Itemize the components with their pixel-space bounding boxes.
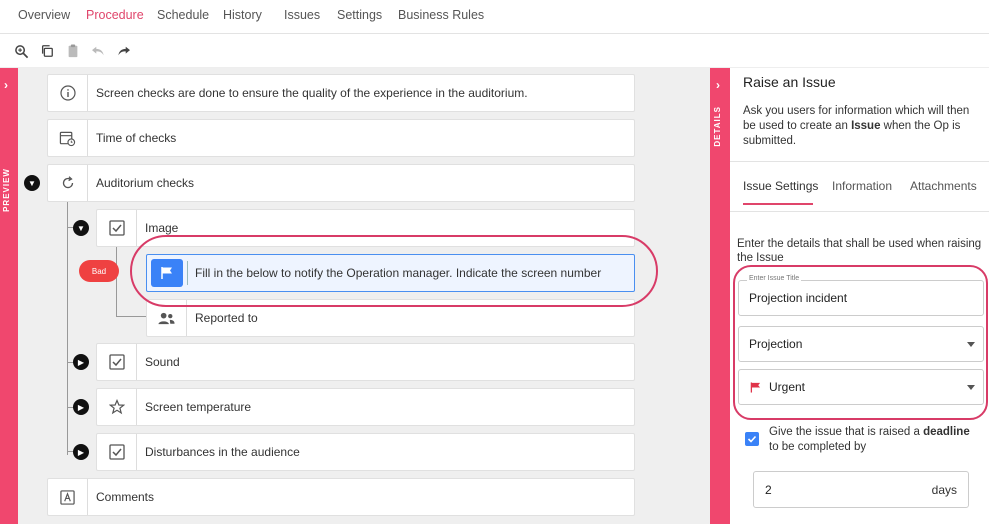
step-card-time-of-checks[interactable]: Time of checks <box>47 119 635 157</box>
tab-attachments[interactable]: Attachments <box>910 179 977 193</box>
step-card-sound[interactable]: Sound <box>96 343 635 381</box>
checkbox-icon <box>97 344 137 380</box>
step-card-reported-to[interactable]: Reported to <box>146 299 635 337</box>
preview-collapse-strip[interactable]: › PREVIEW <box>0 68 18 524</box>
users-icon <box>147 300 187 336</box>
select-value: Urgent <box>769 380 806 394</box>
step-card-intro[interactable]: Screen checks are done to ensure the qua… <box>47 74 635 112</box>
toolbar <box>0 35 989 68</box>
tab-business-rules[interactable]: Business Rules <box>398 8 484 22</box>
tab-settings[interactable]: Settings <box>337 8 382 22</box>
text-field-icon <box>48 479 88 515</box>
days-value: 2 <box>765 482 772 497</box>
tab-issues[interactable]: Issues <box>284 8 320 22</box>
step-label: Sound <box>145 355 180 369</box>
paste-icon[interactable] <box>65 43 81 59</box>
active-tab-indicator <box>743 203 813 205</box>
chevron-right-icon: › <box>4 78 8 92</box>
deadline-label: Give the issue that is raised a deadline… <box>769 426 970 453</box>
select-value: Projection <box>749 337 803 351</box>
panel-description: Ask you users for information which will… <box>743 105 970 147</box>
procedure-canvas: Screen checks are done to ensure the qua… <box>18 68 710 524</box>
days-unit: days <box>931 482 957 497</box>
calendar-clock-icon <box>48 120 88 156</box>
urgent-flag-icon <box>750 381 761 393</box>
collapse-toggle[interactable]: ▼ <box>73 220 89 236</box>
zoom-icon[interactable] <box>13 43 29 59</box>
chevron-right-icon: › <box>716 78 720 92</box>
deadline-checkbox[interactable] <box>745 432 759 446</box>
loop-icon <box>48 165 88 201</box>
tab-history[interactable]: History <box>223 8 262 22</box>
tree-connector <box>67 201 68 455</box>
flag-icon <box>151 259 183 287</box>
preview-label: PREVIEW <box>2 168 11 212</box>
checkbox-icon <box>97 434 137 470</box>
step-card-raise-issue[interactable]: Fill in the below to notify the Operatio… <box>146 254 635 292</box>
info-icon <box>48 75 88 111</box>
tab-schedule[interactable]: Schedule <box>157 8 209 22</box>
bad-outcome-badge[interactable]: Bad <box>79 260 119 282</box>
expand-toggle[interactable]: ▶ <box>73 444 89 460</box>
step-label: Time of checks <box>96 131 177 145</box>
step-card-comments[interactable]: Comments <box>47 478 635 516</box>
category-select[interactable]: Projection <box>738 326 984 362</box>
step-label: Reported to <box>195 311 258 325</box>
step-card-screen-temperature[interactable]: Screen temperature <box>96 388 635 426</box>
step-card-disturbances[interactable]: Disturbances in the audience <box>96 433 635 471</box>
step-label: Screen checks are done to ensure the qua… <box>96 86 528 100</box>
step-label: Screen temperature <box>145 400 252 414</box>
field-label: Enter Issue Title <box>747 275 802 282</box>
step-label: Disturbances in the audience <box>145 445 300 459</box>
step-label: Auditorium checks <box>96 176 195 190</box>
undo-icon[interactable] <box>90 43 106 59</box>
star-icon <box>97 389 137 425</box>
step-card-auditorium-checks[interactable]: Auditorium checks <box>47 164 635 202</box>
tab-information[interactable]: Information <box>832 179 892 193</box>
details-collapse-strip[interactable]: › DETAILS <box>710 68 730 524</box>
chevron-down-icon <box>967 342 975 347</box>
step-label: Comments <box>96 490 155 504</box>
deadline-days-input[interactable]: 2 days <box>753 471 969 508</box>
tab-procedure[interactable]: Procedure <box>86 8 144 22</box>
expand-toggle[interactable]: ▶ <box>73 399 89 415</box>
tab-overview[interactable]: Overview <box>18 8 70 22</box>
priority-select[interactable]: Urgent <box>738 369 984 405</box>
tab-issue-settings[interactable]: Issue Settings <box>743 179 818 193</box>
main-tabs: Overview Procedure Schedule History Issu… <box>0 0 989 34</box>
expand-toggle[interactable]: ▶ <box>73 354 89 370</box>
panel-title: Raise an Issue <box>743 74 836 90</box>
field-value: Projection incident <box>749 291 848 305</box>
redo-icon[interactable] <box>116 43 132 59</box>
step-label: Fill in the below to notify the Operatio… <box>195 266 602 280</box>
collapse-toggle[interactable]: ▼ <box>24 175 40 191</box>
copy-icon[interactable] <box>39 43 55 59</box>
details-label: DETAILS <box>713 106 722 147</box>
details-panel: Raise an Issue Ask you users for informa… <box>730 68 989 524</box>
step-label: Image <box>145 221 179 235</box>
check-icon <box>747 435 757 443</box>
checkbox-icon <box>97 210 137 246</box>
issue-title-field[interactable]: Enter Issue Title Projection incident <box>738 275 984 316</box>
issue-settings-intro: Enter the details that shall be used whe… <box>737 238 982 264</box>
chevron-down-icon <box>967 385 975 390</box>
step-card-image[interactable]: Image <box>96 209 635 247</box>
